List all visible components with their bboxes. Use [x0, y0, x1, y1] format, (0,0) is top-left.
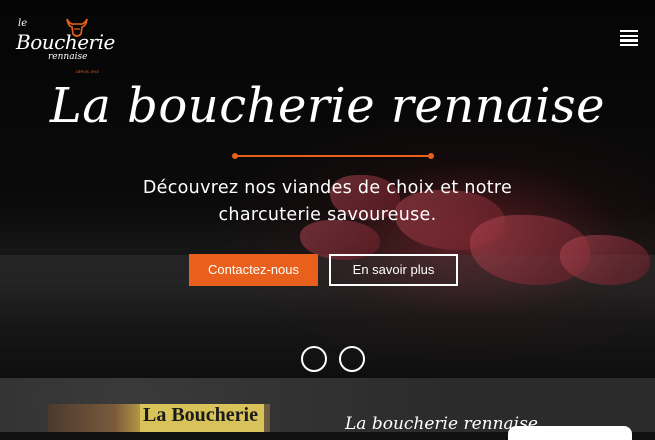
hamburger-menu-icon[interactable]: [620, 30, 638, 47]
logo-text-rennaise: rennaise: [48, 52, 88, 62]
hero-subtitle: Découvrez nos viandes de choix et notre …: [142, 178, 513, 225]
logo-tagline: DEPUIS 1950: [76, 70, 99, 74]
learn-more-button[interactable]: En savoir plus: [329, 254, 458, 286]
shop-photo: La Boucherie: [48, 404, 270, 432]
logo-text-le: le: [18, 18, 28, 29]
slider-next-button[interactable]: [339, 346, 365, 372]
contact-button[interactable]: Contactez-nous: [189, 254, 318, 286]
hero-section: le Boucherie rennaise DEPUIS 1950 La bou…: [0, 0, 655, 378]
shop-sign-text: La Boucherie: [143, 404, 258, 426]
site-logo[interactable]: le Boucherie rennaise DEPUIS 1950: [8, 8, 115, 74]
about-action-button[interactable]: [508, 426, 632, 440]
hero-title: La boucherie rennaise: [49, 78, 606, 134]
logo-text-boucherie: Boucherie: [16, 30, 115, 54]
hero-divider: [232, 153, 434, 159]
slider-previous-button[interactable]: [301, 346, 327, 372]
